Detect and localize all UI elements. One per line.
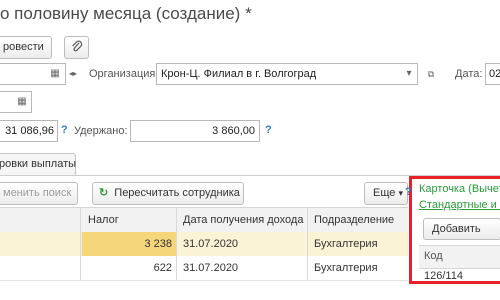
post-button[interactable]: ровести — [0, 36, 52, 59]
date-spin-icon[interactable]: ◂▸ — [68, 64, 78, 84]
help-icon[interactable]: ? — [61, 124, 68, 136]
panel-header: Код — [419, 245, 500, 269]
table-row[interactable]: 622 31.07.2020 Бухгалтерия — [0, 256, 408, 280]
help-icon-3[interactable]: ? — [405, 186, 412, 198]
calendar-icon[interactable]: ▦ — [46, 64, 64, 84]
post-button-label: ровести — [3, 41, 44, 53]
column-tax: Налог — [88, 214, 119, 226]
recalc-label: Пересчитать сотрудника — [114, 187, 240, 199]
column-separator — [176, 208, 177, 280]
withheld-value: 3 860,00 — [212, 125, 255, 137]
date-value-field[interactable]: 02 — [485, 63, 500, 85]
department-value: Бухгалтерия — [314, 262, 378, 274]
column-separator — [307, 208, 308, 280]
add-button[interactable]: Добавить — [423, 218, 500, 240]
card-link[interactable]: Карточка (Вычет — [419, 183, 500, 195]
income-date-value: 31.07.2020 — [183, 262, 239, 274]
income-date-value: 31.07.2020 — [183, 238, 239, 250]
column-department: Подразделение — [314, 214, 395, 226]
more-button[interactable]: Еще ▾ — [364, 182, 408, 205]
code-value: 126/114 — [424, 270, 463, 282]
chevron-down-icon[interactable]: ▾ — [401, 64, 417, 84]
cancel-search-label: менить поиск — [3, 187, 72, 199]
department-value: Бухгалтерия — [314, 238, 378, 250]
tax-value: 622 — [153, 262, 172, 274]
column-separator — [80, 208, 81, 280]
side-panel: Карточка (Вычет Стандартные и к Добавить… — [409, 176, 500, 284]
recalc-button[interactable]: ↻ Пересчитать сотрудника — [92, 182, 244, 205]
withheld-field: 3 860,00 — [130, 120, 260, 142]
paperclip-icon — [71, 40, 83, 53]
date-value: 02 — [489, 68, 500, 80]
calendar-icon-2[interactable]: ▦ — [14, 92, 30, 112]
org-open-icon[interactable]: ⧉ — [423, 64, 439, 84]
attach-button[interactable] — [64, 36, 89, 59]
tab-payments[interactable]: ровки выплаты — [0, 153, 76, 175]
tab-payments-label: ровки выплаты — [0, 158, 77, 170]
org-label: Организация: — [89, 68, 159, 80]
more-label: Еще — [373, 187, 396, 199]
amount-value: 31 086,96 — [5, 125, 54, 137]
add-button-label: Добавить — [432, 223, 481, 235]
refresh-icon: ↻ — [99, 187, 109, 199]
amount-field: 31 086,96 — [0, 120, 58, 142]
standard-link[interactable]: Стандартные и к — [419, 199, 500, 211]
help-icon-2[interactable]: ? — [265, 124, 272, 136]
org-value: Крон-Ц. Филиал в г. Волгоград — [161, 68, 317, 80]
page-title: о половину месяца (создание) * — [0, 4, 252, 23]
withheld-label: Удержано: — [74, 125, 128, 137]
code-row[interactable]: 126/114 — [419, 268, 500, 286]
column-income-date: Дата получения дохода — [183, 214, 304, 226]
date-label: Дата: — [455, 68, 483, 80]
table-header: Налог Дата получения дохода Подразделени… — [0, 207, 408, 233]
org-field[interactable]: Крон-Ц. Филиал в г. Волгоград — [156, 63, 418, 85]
column-code: Код — [424, 250, 443, 262]
tax-value: 3 238 — [144, 238, 172, 250]
cancel-search-button[interactable]: менить поиск — [0, 182, 78, 205]
row-divider — [0, 280, 408, 281]
chevron-down-icon: ▾ — [398, 188, 403, 198]
table-row[interactable]: 3 238 31.07.2020 Бухгалтерия — [0, 232, 408, 256]
